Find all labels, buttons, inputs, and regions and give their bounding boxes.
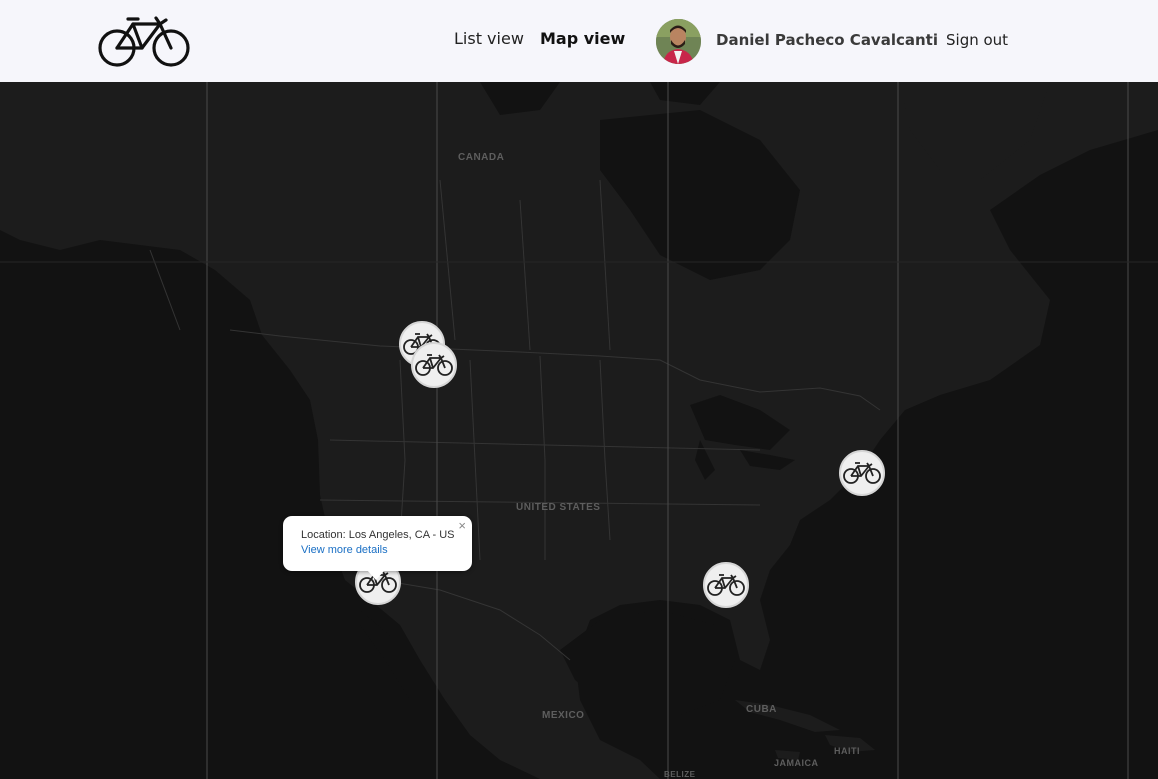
bike-marker[interactable] (703, 562, 749, 608)
bicycle-logo-icon[interactable] (98, 14, 190, 68)
map-label-united-states: UNITED STATES (516, 502, 601, 513)
bike-marker[interactable] (411, 342, 457, 388)
map-basemap (0, 82, 1158, 779)
bicycle-marker-icon (415, 354, 453, 376)
map-label-jamaica: JAMAICA (774, 758, 819, 768)
user-name: Daniel Pacheco Cavalcanti (716, 31, 938, 49)
popup-location-text: Location: Los Angeles, CA - US (301, 529, 455, 541)
view-more-details-link[interactable]: View more details (301, 544, 388, 556)
marker-popup: × Location: Los Angeles, CA - US View mo… (283, 516, 472, 580)
map-canvas[interactable]: CANADA UNITED STATES MEXICO CUBA HAITI J… (0, 82, 1158, 779)
map-label-haiti: HAITI (834, 746, 860, 756)
map-label-mexico: MEXICO (542, 710, 585, 721)
bicycle-marker-icon (707, 574, 745, 596)
nav-list-view[interactable]: List view (454, 29, 524, 48)
nav-map-view[interactable]: Map view (540, 29, 625, 48)
popup-close-button[interactable]: × (458, 518, 466, 533)
user-avatar[interactable] (656, 19, 701, 64)
map-label-cuba: CUBA (746, 704, 777, 715)
bicycle-marker-icon (843, 462, 881, 484)
map-label-belize: BELIZE (664, 770, 696, 779)
popup-tip (367, 570, 385, 580)
map-label-canada: CANADA (458, 152, 505, 163)
sign-out-link[interactable]: Sign out (946, 31, 1008, 49)
top-navbar: List view Map view Daniel Pacheco Cavalc… (0, 0, 1158, 82)
bike-marker[interactable] (839, 450, 885, 496)
